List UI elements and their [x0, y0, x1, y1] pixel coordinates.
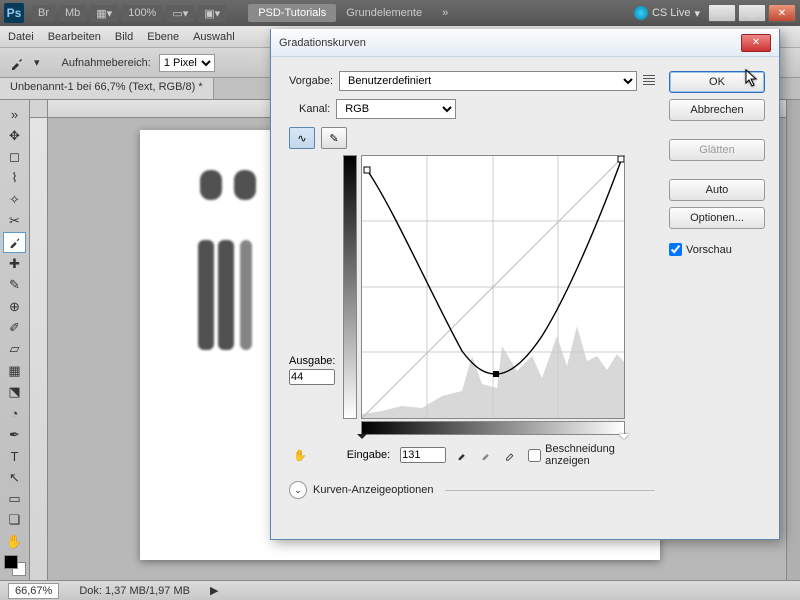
output-gradient	[343, 155, 357, 419]
sample-size-label: Aufnahmebereich:	[62, 57, 151, 69]
options-button[interactable]: Optionen...	[669, 207, 765, 229]
shape-tool[interactable]: ▭	[3, 489, 26, 509]
blur-tool[interactable]: ⬔	[3, 382, 26, 402]
curves-dialog: Gradationskurven ✕ Vorgabe: Benutzerdefi…	[270, 29, 780, 540]
channel-label: Kanal:	[299, 103, 330, 115]
zoom-value[interactable]: 66,67%	[8, 583, 59, 599]
viewextras-chip[interactable]: ▦▾	[90, 5, 118, 22]
auto-button[interactable]: Auto	[669, 179, 765, 201]
move-tool[interactable]: ✥	[3, 125, 26, 145]
stamp-tool[interactable]: ⊕	[3, 296, 26, 316]
ok-button[interactable]: OK	[669, 71, 765, 93]
white-eyedropper-icon[interactable]	[504, 447, 518, 464]
cslive-menu[interactable]: CS Live ▾	[634, 6, 700, 20]
menu-bild[interactable]: Bild	[115, 31, 133, 43]
cancel-button[interactable]: Abbrechen	[669, 99, 765, 121]
smooth-button[interactable]: Glätten	[669, 139, 765, 161]
preview-label: Vorschau	[686, 244, 732, 256]
preview-checkbox[interactable]	[669, 243, 682, 256]
input-gradient[interactable]	[361, 421, 625, 435]
menu-datei[interactable]: Datei	[8, 31, 34, 43]
hand-icon[interactable]: ✋	[293, 449, 307, 462]
white-point-slider[interactable]	[619, 434, 629, 444]
black-eyedropper-icon[interactable]	[456, 447, 470, 464]
workspace-tab-other[interactable]: Grundelemente	[336, 4, 432, 22]
eyedropper-icon	[8, 54, 26, 72]
lasso-tool[interactable]: ⌇	[3, 168, 26, 188]
input-label: Eingabe:	[347, 449, 390, 461]
workspace-tab-more[interactable]: »	[432, 4, 458, 22]
menu-bearbeiten[interactable]: Bearbeiten	[48, 31, 101, 43]
heal-tool[interactable]: ✚	[3, 254, 26, 274]
cslive-icon	[634, 6, 648, 20]
dialog-titlebar[interactable]: Gradationskurven ✕	[271, 29, 779, 57]
crop-tool[interactable]: ✂	[3, 211, 26, 231]
tool-palette: » ✥ ◻ ⌇ ✧ ✂ ✚ ✎ ⊕ ✐ ▱ ▦ ⬔ ◔ ✒ T ↖ ▭ ❏ ✋	[0, 100, 30, 580]
3d-tool[interactable]: ❏	[3, 510, 26, 530]
pen-tool[interactable]: ✒	[3, 425, 26, 445]
eyedropper-tool[interactable]	[3, 232, 26, 252]
preset-menu-icon[interactable]	[643, 75, 655, 87]
curve-graph[interactable]	[361, 155, 625, 419]
right-panel-collapsed[interactable]	[786, 100, 800, 580]
app-titlebar: Ps Br Mb ▦▾ 100% ▭▾ ▣▾ PSD-Tutorials Gru…	[0, 0, 800, 26]
menu-auswahl[interactable]: Auswahl	[193, 31, 235, 43]
pencil-mode-button[interactable]: ✎	[321, 127, 347, 149]
minibridge-chip[interactable]: Mb	[59, 5, 86, 21]
brush-tool[interactable]: ✎	[3, 275, 26, 295]
doc-size: Dok: 1,37 MB/1,97 MB	[79, 585, 190, 597]
ruler-vertical[interactable]	[30, 118, 48, 580]
eraser-tool[interactable]: ▱	[3, 339, 26, 359]
input-field[interactable]	[400, 447, 446, 463]
dialog-title: Gradationskurven	[279, 37, 366, 49]
screenmode-chip[interactable]: ▣▾	[198, 5, 226, 22]
zoom-chip[interactable]: 100%	[122, 5, 162, 21]
dodge-tool[interactable]: ◔	[3, 403, 26, 423]
collapse-icon[interactable]: »	[3, 104, 26, 124]
black-point-slider[interactable]	[357, 434, 367, 444]
display-options-label: Kurven-Anzeigeoptionen	[313, 484, 433, 496]
clipping-checkbox[interactable]	[528, 449, 541, 462]
wand-tool[interactable]: ✧	[3, 190, 26, 210]
output-field[interactable]	[289, 369, 335, 385]
bridge-chip[interactable]: Br	[32, 5, 55, 21]
color-swatch[interactable]	[4, 555, 26, 576]
window-maximize[interactable]: ▢	[738, 4, 766, 22]
status-bar: 66,67% Dok: 1,37 MB/1,97 MB ▶	[0, 580, 800, 600]
menu-ebene[interactable]: Ebene	[147, 31, 179, 43]
gradient-tool[interactable]: ▦	[3, 361, 26, 381]
workspace-tab-active[interactable]: PSD-Tutorials	[248, 4, 336, 22]
cslive-label: CS Live	[652, 7, 691, 19]
clipping-label: Beschneidung anzeigen	[545, 443, 655, 467]
channel-select[interactable]: RGB	[336, 99, 456, 119]
dialog-close-button[interactable]: ✕	[741, 34, 771, 52]
ruler-corner	[30, 100, 48, 118]
gray-eyedropper-icon[interactable]	[480, 447, 494, 464]
output-label: Ausgabe:	[289, 355, 335, 367]
divider	[445, 490, 655, 491]
type-tool[interactable]: T	[3, 446, 26, 466]
curve-mode-button[interactable]: ∿	[289, 127, 315, 149]
window-close[interactable]: ✕	[768, 4, 796, 22]
window-minimize[interactable]: —	[708, 4, 736, 22]
arrange-chip[interactable]: ▭▾	[166, 5, 194, 22]
path-tool[interactable]: ↖	[3, 467, 26, 487]
history-brush-tool[interactable]: ✐	[3, 318, 26, 338]
sample-size-select[interactable]: 1 Pixel	[159, 54, 215, 72]
document-tab[interactable]: Unbenannt-1 bei 66,7% (Text, RGB/8) *	[0, 78, 214, 99]
ps-logo: Ps	[4, 3, 24, 23]
status-chevron-icon[interactable]: ▶	[210, 584, 218, 597]
hand-tool[interactable]: ✋	[3, 532, 26, 552]
preset-label: Vorgabe:	[289, 75, 333, 87]
disclosure-icon[interactable]: ⌄	[289, 481, 307, 499]
preset-select[interactable]: Benutzerdefiniert	[339, 71, 637, 91]
marquee-tool[interactable]: ◻	[3, 147, 26, 167]
